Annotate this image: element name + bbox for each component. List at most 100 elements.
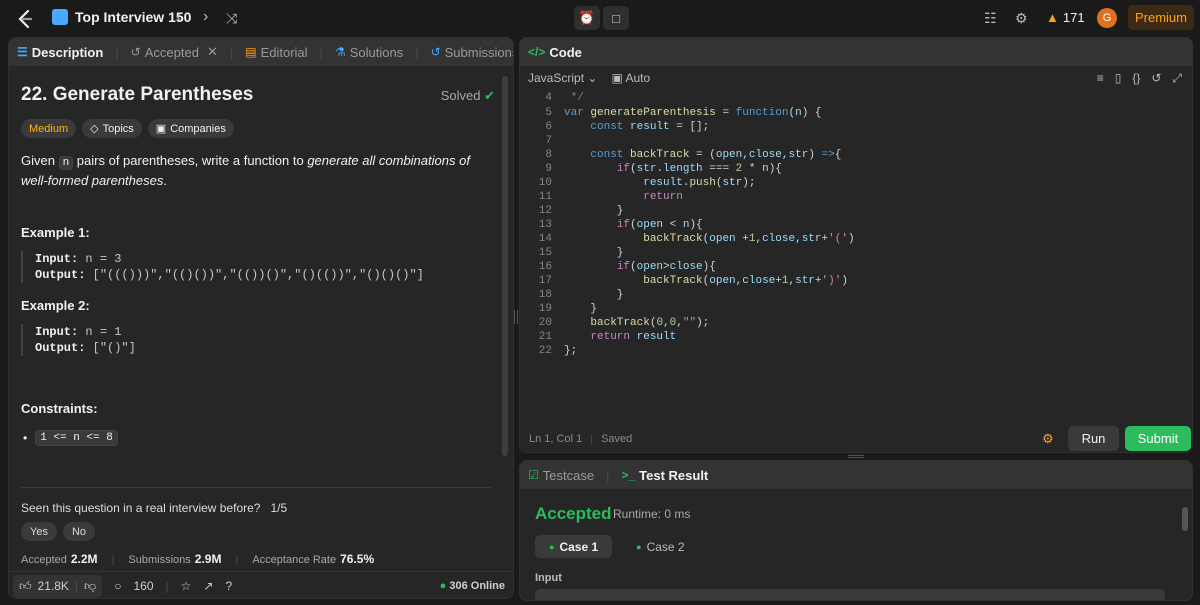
thumbs-down-icon[interactable]: 👎︎ bbox=[84, 579, 96, 594]
code-line: result.push(str); bbox=[643, 177, 756, 189]
stat-value: 76.5% bbox=[340, 552, 375, 566]
problem-title: 22. Generate Parentheses bbox=[21, 84, 254, 105]
horizontal-resize-handle[interactable] bbox=[848, 455, 864, 458]
line-number: 11 bbox=[538, 191, 552, 203]
user-avatar[interactable]: G bbox=[1097, 8, 1117, 28]
code-panel: </> Code JavaScript ⌄ ▣ Auto ≡ ▯ {} ↺ ⤢ 4… bbox=[519, 37, 1193, 453]
constraint-item: • 1 <= n <= 8 bbox=[23, 430, 118, 446]
shuffle-icon[interactable]: ⤨ bbox=[226, 10, 237, 27]
example-block: Input: n = 1 Output: ["()"] bbox=[21, 324, 136, 356]
runtime-text: Runtime: 0 ms bbox=[613, 507, 691, 521]
scroll-thumb[interactable] bbox=[1182, 507, 1188, 531]
code-line: const result = []; bbox=[590, 121, 710, 133]
leetcode-logo[interactable] bbox=[14, 8, 36, 30]
language-select[interactable]: JavaScript ⌄ bbox=[528, 71, 597, 85]
case-label: Case 2 bbox=[646, 539, 685, 554]
divider bbox=[21, 487, 491, 488]
streak-value: 171 bbox=[1062, 10, 1085, 25]
fire-icon: ▲ bbox=[1046, 10, 1059, 25]
case-tab[interactable]: ● Case 2 bbox=[622, 535, 698, 558]
companies-label: Companies bbox=[170, 122, 226, 135]
inline-code: n bbox=[58, 156, 74, 170]
braces-icon[interactable]: {} bbox=[1132, 71, 1140, 86]
code-line: }; bbox=[564, 345, 578, 357]
problem-stats: Accepted 2.2M | Submissions 2.9M | Accepta… bbox=[21, 552, 375, 566]
auto-mode[interactable]: ▣ Auto bbox=[611, 71, 650, 85]
no-button[interactable]: No bbox=[62, 522, 96, 541]
next-problem-icon[interactable]: › bbox=[203, 8, 208, 26]
prev-problem-icon[interactable]: ‹ bbox=[176, 8, 181, 26]
tab-editorial[interactable]: ▤ Editorial bbox=[245, 45, 307, 60]
stat-value: 2.9M bbox=[194, 552, 222, 566]
close-tab-icon[interactable]: ✕ bbox=[207, 44, 218, 60]
input-value: n = 1 bbox=[85, 325, 122, 339]
topics-chip[interactable]: ◇ Topics bbox=[82, 119, 142, 138]
alarm-clock-button[interactable]: ⏰ bbox=[574, 6, 600, 30]
help-icon[interactable]: ? bbox=[225, 579, 232, 593]
streak-counter[interactable]: ▲ 171 bbox=[1046, 10, 1085, 25]
line-number: 6 bbox=[545, 121, 552, 133]
fullscreen-icon[interactable]: ⤢ bbox=[1172, 71, 1182, 86]
line-number: 20 bbox=[538, 317, 552, 329]
example-heading: Example 1: bbox=[21, 225, 90, 240]
submissions-stat: Submissions 2.9M bbox=[128, 552, 221, 566]
line-number: 9 bbox=[545, 163, 552, 175]
seen-question-text: Seen this question in a real interview b… bbox=[21, 501, 261, 515]
line-number: 21 bbox=[538, 331, 552, 343]
problem-tags: Medium ◇ Topics ▣ Companies bbox=[21, 119, 234, 138]
online-dot-icon: ● bbox=[439, 580, 447, 592]
check-circle-icon: ✔ bbox=[484, 88, 495, 103]
constraint-code: 1 <= n <= 8 bbox=[35, 430, 118, 446]
bullet-icon: • bbox=[23, 431, 28, 445]
result-panel: ☑ Testcase | >_ Test Result Accepted Runti… bbox=[519, 460, 1193, 601]
yes-button[interactable]: Yes bbox=[21, 522, 57, 541]
layout-grid-icon[interactable]: ☷ bbox=[984, 10, 997, 27]
tab-description[interactable]: ☰ Description bbox=[17, 45, 103, 60]
format-icon[interactable]: ≡ bbox=[1097, 71, 1104, 86]
scroll-thumb[interactable] bbox=[502, 76, 508, 456]
companies-chip[interactable]: ▣ Companies bbox=[147, 119, 234, 138]
result-scrollbar[interactable] bbox=[1181, 493, 1189, 599]
editor-tools: ≡ ▯ {} ↺ ⤢ bbox=[1097, 71, 1182, 86]
tab-label: Submissions bbox=[444, 44, 514, 60]
notes-button[interactable]: □ bbox=[603, 6, 629, 30]
tab-testcase[interactable]: ☑ Testcase bbox=[528, 468, 594, 483]
debugger-icon[interactable]: ⚙ bbox=[1042, 431, 1054, 447]
description-scrollbar[interactable] bbox=[501, 66, 509, 571]
star-icon[interactable]: ☆ bbox=[181, 579, 192, 593]
settings-gear-icon[interactable]: ⚙ bbox=[1015, 10, 1028, 27]
description-panel: ☰ Description | ↺ Accepted ✕ | ▤ Editorial |… bbox=[8, 37, 514, 599]
acceptance-stat: Acceptance Rate 76.5% bbox=[252, 552, 374, 566]
thumbs-up-icon[interactable]: 👍︎ bbox=[19, 579, 32, 594]
code-brackets-icon: </> bbox=[528, 45, 546, 59]
premium-button[interactable]: Premium bbox=[1128, 5, 1194, 30]
vertical-resize-handle[interactable] bbox=[514, 310, 518, 324]
list-title-text: Top Interview 150 bbox=[75, 9, 192, 25]
submit-button[interactable]: Submit bbox=[1125, 426, 1191, 451]
tab-accepted[interactable]: ↺ Accepted ✕ bbox=[131, 44, 218, 60]
bookmark-icon[interactable]: ▯ bbox=[1115, 71, 1122, 86]
description-tabs: ☰ Description | ↺ Accepted ✕ | ▤ Editorial |… bbox=[9, 38, 513, 66]
run-button[interactable]: Run bbox=[1068, 426, 1119, 451]
tab-test-result[interactable]: >_ Test Result bbox=[621, 468, 708, 483]
case-tab[interactable]: ● Case 1 bbox=[535, 535, 613, 558]
tag-icon: ◇ bbox=[90, 123, 99, 135]
code-editor[interactable]: 4 */ 5 var generateParenthesis = functio… bbox=[520, 91, 1192, 421]
tab-code[interactable]: </> Code bbox=[528, 45, 582, 60]
stat-label: Accepted bbox=[21, 554, 67, 566]
example-block: Input: n = 3 Output: ["((()))","(()())",… bbox=[21, 251, 424, 283]
tab-solutions[interactable]: ⚗ Solutions bbox=[335, 45, 403, 60]
solved-status: Solved ✔ bbox=[441, 88, 495, 104]
line-number: 13 bbox=[538, 219, 552, 231]
reset-icon[interactable]: ↺ bbox=[1151, 71, 1161, 86]
pass-dot-icon: ● bbox=[549, 541, 555, 552]
tab-label: Solutions bbox=[349, 44, 404, 60]
saved-status: Saved bbox=[601, 433, 633, 445]
tab-submissions[interactable]: ↺ Submissions bbox=[431, 44, 514, 60]
line-number: 14 bbox=[538, 233, 552, 245]
comment-icon[interactable]: ○ bbox=[114, 579, 121, 593]
problem-list-title[interactable]: Top Interview 150 bbox=[52, 9, 191, 25]
like-dislike-group: 👍︎ 21.8K | 👎︎ bbox=[13, 574, 103, 598]
code-line: var generateParenthesis = function(n) { bbox=[564, 107, 822, 119]
share-icon[interactable]: ↗ bbox=[203, 579, 213, 593]
